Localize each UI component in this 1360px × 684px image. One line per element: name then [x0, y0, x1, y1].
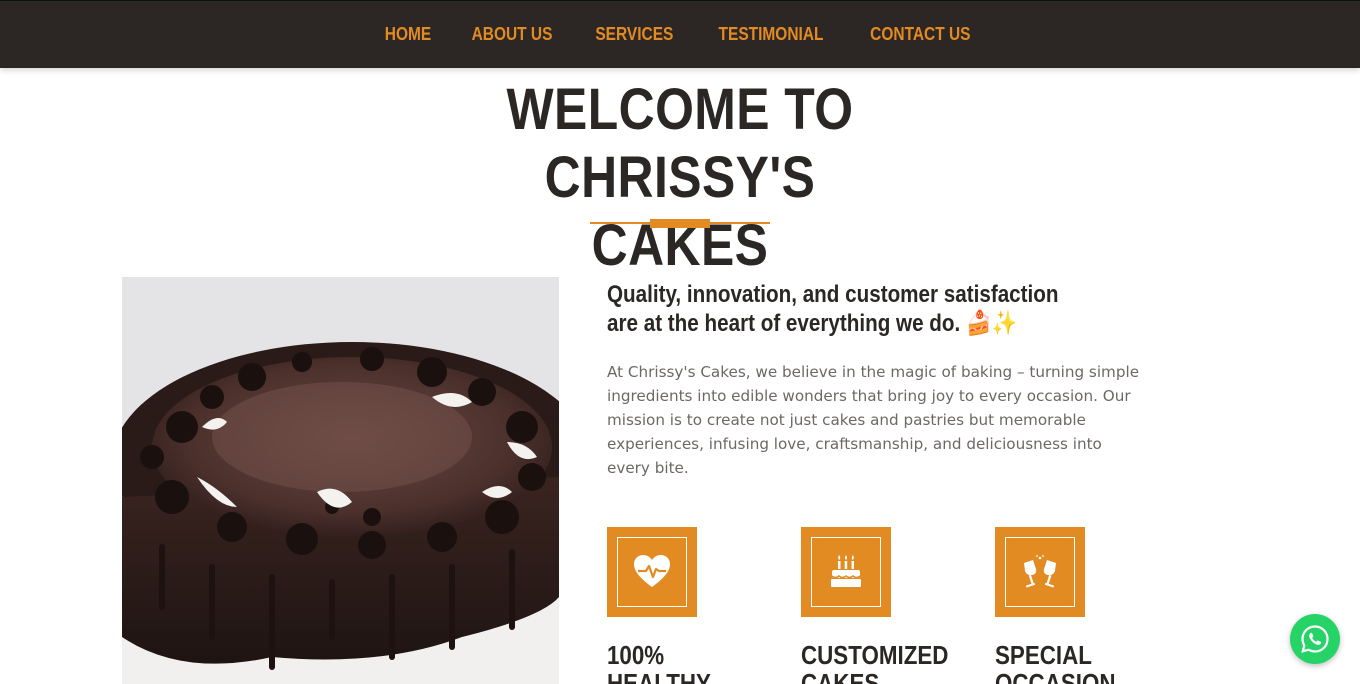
feature-title: 100% HEALTHY [607, 640, 711, 684]
nav-about-us[interactable]: ABOUT US [472, 24, 553, 45]
champagne-glasses-icon [1024, 555, 1056, 588]
feature-icon-box [995, 527, 1085, 617]
feature-icon-box [607, 527, 697, 617]
feature-customized-cakes: CUSTOMIZED CAKES [801, 527, 961, 684]
cake-illustration [122, 277, 559, 684]
heart-pulse-icon [634, 555, 670, 587]
cake-photo [122, 277, 559, 684]
main-navbar: HOME ABOUT US SERVICES TESTIMONIAL CONTA… [0, 0, 1360, 68]
birthday-cake-icon [831, 555, 861, 587]
nav-home[interactable]: HOME [385, 24, 431, 45]
page-title-line-1: WELCOME TO CHRISSY'S [506, 77, 854, 210]
title-divider-accent [650, 219, 710, 228]
page-title: WELCOME TO CHRISSY'S CAKES [422, 76, 938, 280]
nav-services[interactable]: SERVICES [596, 24, 674, 45]
whatsapp-chat-button[interactable] [1290, 614, 1340, 664]
nav-contact-us[interactable]: CONTACT US [870, 24, 970, 45]
feature-title: CUSTOMIZED CAKES [801, 640, 949, 684]
feature-special-occasion: SPECIAL OCCASION [995, 527, 1155, 684]
feature-healthy: 100% HEALTHY [607, 527, 767, 684]
about-headline: Quality, innovation, and customer satisf… [607, 281, 1059, 337]
feature-icon-box [801, 527, 891, 617]
feature-title: SPECIAL OCCASION [995, 640, 1116, 684]
nav-testimonial[interactable]: TESTIMONIAL [719, 24, 824, 45]
about-description: At Chrissy's Cakes, we believe in the ma… [607, 363, 1140, 477]
whatsapp-icon [1301, 625, 1329, 653]
